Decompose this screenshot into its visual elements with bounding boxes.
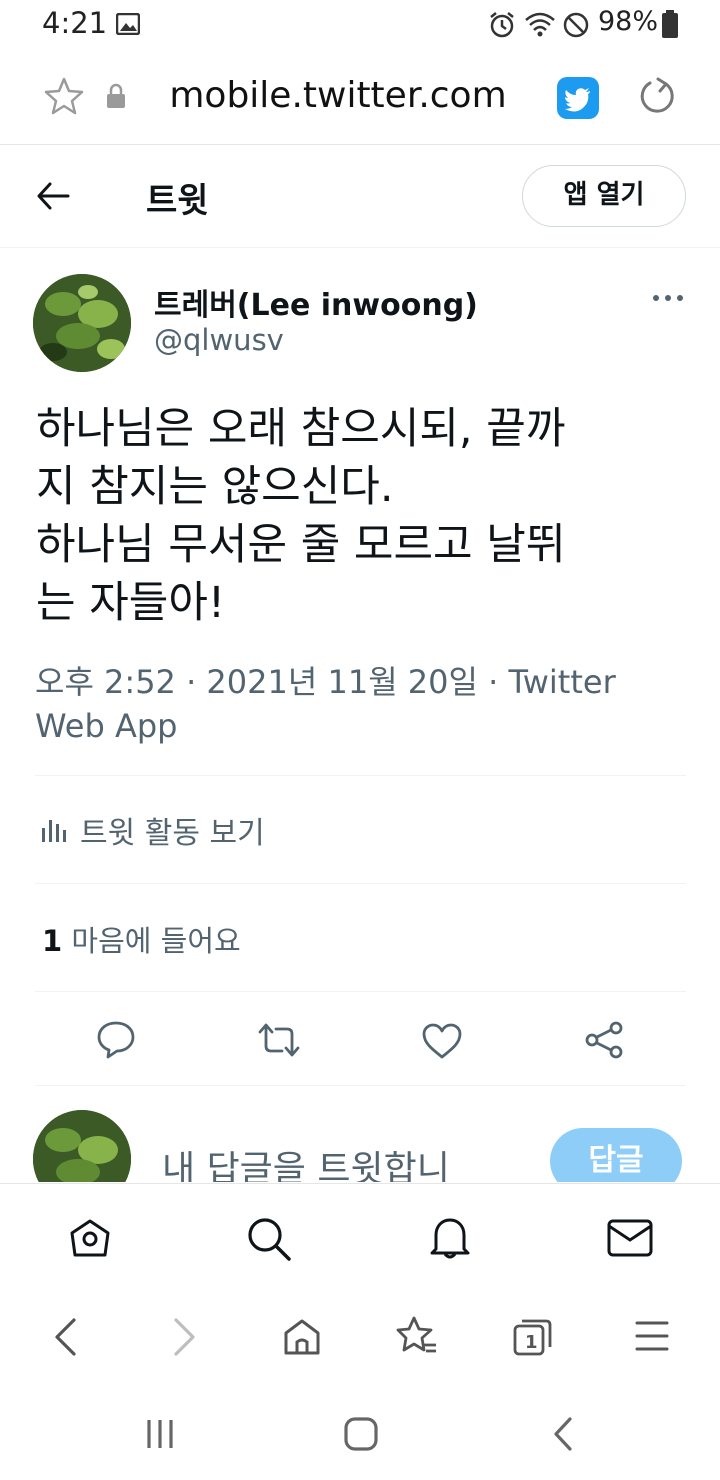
tabs-icon[interactable]: 1 xyxy=(512,1317,554,1357)
home-icon[interactable] xyxy=(282,1317,322,1357)
retweet-icon[interactable] xyxy=(256,1020,302,1060)
browser-toolbar: 1 xyxy=(0,1289,720,1389)
wifi-icon xyxy=(525,12,555,37)
likes-label: 마음에 들어요 xyxy=(71,924,241,958)
reload-icon[interactable] xyxy=(636,76,676,116)
gallery-icon xyxy=(116,13,140,35)
open-app-button[interactable]: 앱 열기 xyxy=(522,165,686,227)
bookmarks-icon[interactable] xyxy=(396,1315,438,1357)
avatar[interactable] xyxy=(33,274,131,372)
tweet-metadata[interactable]: 오후 2:52 · 2021년 11월 20일 · Twitter Web Ap… xyxy=(35,660,675,748)
browser-address-bar: mobile.twitter.com xyxy=(0,50,720,145)
system-back-icon[interactable] xyxy=(552,1416,574,1452)
home-icon[interactable] xyxy=(68,1217,112,1259)
dnd-icon xyxy=(563,12,589,38)
home-button-icon[interactable] xyxy=(343,1416,379,1452)
recent-apps-icon[interactable] xyxy=(144,1418,176,1450)
reply-icon[interactable] xyxy=(96,1020,136,1060)
battery-percent: 98% xyxy=(598,6,659,37)
divider xyxy=(35,1085,686,1086)
divider xyxy=(35,775,686,776)
view-tweet-activity-link[interactable]: 트윗 활동 보기 xyxy=(80,808,265,852)
search-icon[interactable] xyxy=(246,1216,292,1262)
display-name[interactable]: 트레버(Lee inwoong) xyxy=(154,280,478,324)
battery-icon xyxy=(662,10,678,38)
twitter-bird-icon xyxy=(565,88,590,112)
svg-text:1: 1 xyxy=(525,1332,538,1353)
alarm-icon xyxy=(490,12,514,38)
likes-count-link[interactable]: 1 마음에 들어요 xyxy=(42,918,241,960)
share-icon[interactable] xyxy=(584,1020,626,1060)
tweet-text-line: 하나님은 오래 참으시되, 끝까 xyxy=(36,404,566,454)
menu-icon[interactable] xyxy=(634,1319,670,1353)
user-handle[interactable]: @qlwusv xyxy=(154,323,284,357)
system-navigation-bar xyxy=(0,1390,720,1480)
tweet-text-line: 하나님 무서운 줄 모르고 날뛰 xyxy=(36,520,566,570)
tweet-timestamp[interactable]: 오후 2:52 · 2021년 11월 20일 · Twitter xyxy=(35,660,675,704)
divider xyxy=(35,883,686,884)
analytics-icon xyxy=(42,820,66,842)
more-options-icon[interactable] xyxy=(650,290,686,306)
like-icon[interactable] xyxy=(421,1022,463,1060)
messages-icon[interactable] xyxy=(606,1218,654,1258)
back-icon[interactable] xyxy=(52,1317,78,1357)
page-title: 트윗 xyxy=(146,181,209,221)
tweet-text-line: 는 자들아! xyxy=(36,578,226,628)
tweet-source[interactable]: Web App xyxy=(35,704,675,748)
divider xyxy=(35,991,686,992)
twitter-app-icon[interactable] xyxy=(557,77,599,119)
notifications-icon[interactable] xyxy=(428,1215,472,1261)
twitter-tab-bar xyxy=(0,1183,720,1290)
status-time: 4:21 xyxy=(42,6,108,40)
status-bar: 4:21 98% xyxy=(0,0,720,50)
likes-count: 1 xyxy=(42,924,63,958)
forward-icon[interactable] xyxy=(172,1317,198,1357)
tweet-text-line: 지 참지는 않으신다. xyxy=(36,462,394,512)
avatar-image xyxy=(33,274,131,372)
back-arrow-icon[interactable] xyxy=(36,181,70,211)
tweet-text: 하나님은 오래 참으시되, 끝까 지 참지는 않으신다. 하나님 무서운 줄 모… xyxy=(36,400,686,632)
